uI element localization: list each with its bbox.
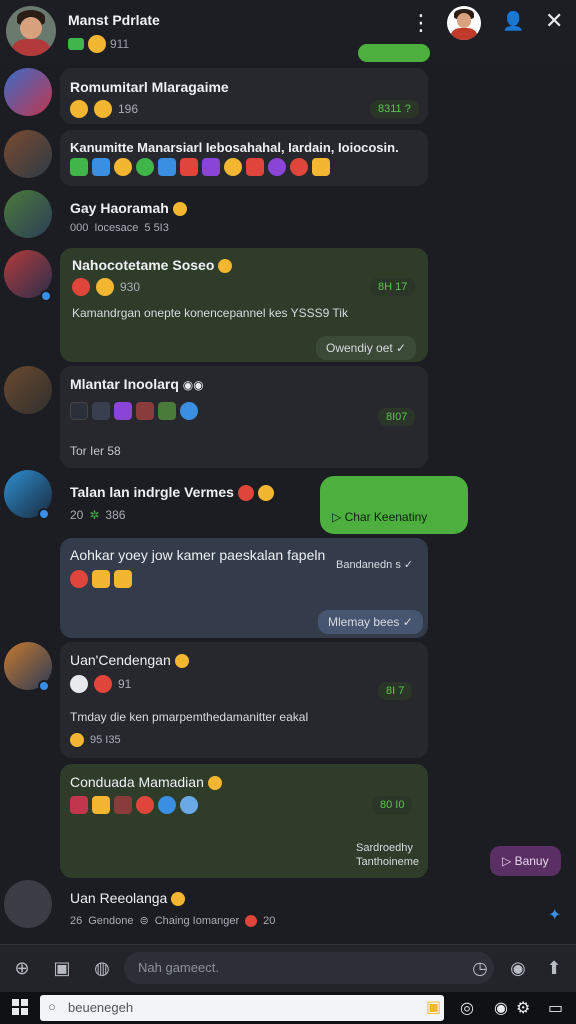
side-pill[interactable]: ▷ Banuy (490, 846, 561, 876)
app-icon[interactable]: ▣ (426, 997, 441, 1017)
more-options-icon[interactable]: ⋮ (410, 12, 432, 34)
chat-meta: 196 (70, 100, 138, 118)
chat-name: Romumitarl Mlaragaime (70, 79, 229, 95)
verified-badge (38, 680, 50, 692)
chat-name: Conduada Mamadian (70, 774, 222, 791)
windows-start-icon[interactable] (12, 999, 28, 1015)
settings-icon[interactable]: ⚙ (516, 998, 530, 1018)
header-avatar[interactable] (6, 6, 56, 56)
emoji-icon (70, 100, 88, 118)
emoji-row (70, 570, 132, 588)
network-icon[interactable]: ◎ (460, 998, 474, 1018)
search-icon: ○ (48, 999, 56, 1014)
message-preview: Tor Ier 58 (70, 444, 121, 458)
avatar[interactable] (4, 68, 52, 116)
chat-time: 8H 17 (370, 278, 416, 296)
avatar[interactable] (4, 880, 52, 928)
status-pill: Owendiy oet ✓ (316, 336, 417, 360)
camera-icon[interactable]: ◉ (506, 956, 530, 980)
verified-badge (40, 290, 52, 302)
avatar[interactable] (4, 190, 52, 238)
chat-meta: 20 ✲ 386 (70, 508, 126, 522)
notifications-icon[interactable]: ▭ (548, 998, 563, 1018)
chat-name: Mlantar Inoolarq ◉◉ (70, 376, 204, 392)
sparkle-icon: ✦ (548, 907, 562, 924)
chat-time: 80 I0 (372, 796, 413, 814)
message-preview: Tmday die ken pmarpemthedamanitter eakal (70, 710, 309, 724)
message-input[interactable]: Nah gameect. (124, 952, 494, 984)
right-meta: Sardroedhy (356, 842, 413, 854)
header-status-pill[interactable] (358, 44, 430, 62)
chat-name: Uan Reeolanga (70, 890, 186, 907)
chat-time: 8I07 (378, 408, 416, 426)
attach-icon[interactable]: ⊕ (10, 956, 34, 980)
close-icon[interactable]: ✕ (545, 10, 563, 32)
chat-time: 8311 ? (370, 100, 419, 118)
sticker-icon[interactable]: ◍ (90, 956, 114, 980)
green-action-button[interactable] (320, 476, 468, 534)
chat-time: 8I 7 (378, 682, 413, 700)
chat-meta: 26 Gendone ⊜ Chaing Iomanger 20 (70, 914, 276, 927)
verified-badge (38, 508, 50, 520)
chat-header: Manst Pdrlate 911 ⋮ 👤 ✕ (0, 0, 576, 62)
green-action-label: ▷ Char Keenatiny (332, 510, 428, 524)
header-title: Manst Pdrlate (68, 12, 160, 28)
header-subtitle: 911 (68, 35, 129, 53)
chat-name: Talan lan indrgle Vermes (70, 484, 274, 502)
right-meta: Tanthoineme (356, 856, 419, 868)
avatar[interactable] (4, 366, 52, 414)
emoji-icon (94, 100, 112, 118)
chat-name: Nahocotetame Soseo (72, 257, 233, 274)
right-meta: Bandanedn s ✓ (336, 559, 414, 571)
emoji-row (70, 796, 198, 814)
message-preview: Kamandrgan onepte konencepannel kes YSSS… (72, 306, 348, 320)
timer-icon[interactable]: ◷ (468, 956, 492, 980)
mic-icon[interactable]: ⬆ (542, 956, 566, 980)
attachment-row (70, 402, 198, 420)
taskbar-search[interactable]: beuenegeh (40, 995, 444, 1021)
chat-name: Kanumitte Manarsiarl Iebosahahal, Iardai… (70, 140, 399, 155)
chat-meta: 95 I35 (70, 733, 121, 747)
avatar[interactable] (4, 130, 52, 178)
chat-name: Gay Haoramah (70, 200, 187, 217)
status-pill: Mlemay bees ✓ (318, 610, 423, 634)
chat-meta: 000 Iocesace 5 5I3 (70, 222, 169, 234)
chat-name: Uan'Cendengan (70, 652, 189, 669)
volume-icon[interactable]: ◉ (494, 998, 508, 1018)
chat-meta: 930 (72, 278, 140, 296)
profile-avatar[interactable] (447, 6, 481, 40)
chat-name: Aohkar yoey jow kamer paeskalan fapeln (70, 547, 326, 563)
emoji-row (70, 158, 330, 176)
chat-meta: 91 (70, 675, 131, 693)
image-icon[interactable]: ▣ (50, 956, 74, 980)
add-user-icon[interactable]: 👤 (502, 12, 524, 30)
